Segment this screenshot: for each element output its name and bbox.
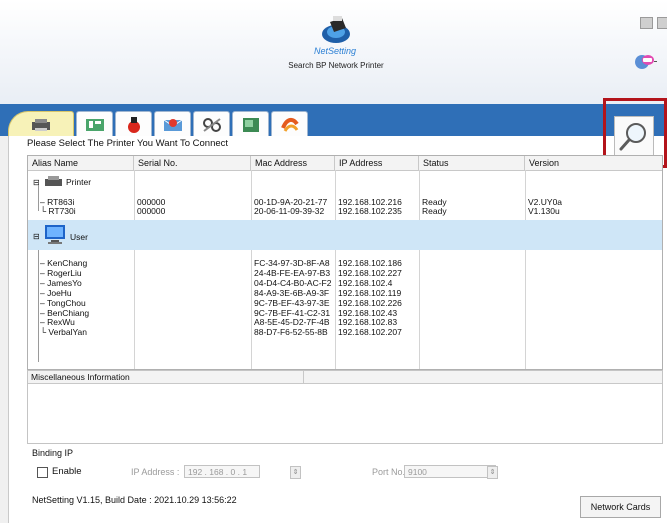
port-spinner[interactable]: ⇕ [487,466,498,479]
ip-cell: 192.168.102.235 [338,206,402,216]
logo-wordmark: NetSetting [313,46,357,56]
tree-connector [38,185,39,211]
minimize-button[interactable] [640,17,653,29]
alias-name-text: BenChiang [47,307,90,318]
user-group-row[interactable] [28,220,662,250]
version-cell: V1.130u [528,206,560,216]
misc-title: Miscellaneous Information [28,371,304,383]
serial-cell: 000000 [137,206,166,216]
tab-usb[interactable] [115,111,152,137]
link-share-icon [280,117,299,132]
usb-device-icon [127,116,140,133]
mac-cell: 20-06-11-09-39-32 [254,206,325,216]
grid-divider [525,170,526,369]
col-mac-address[interactable]: Mac Address [251,156,335,170]
misc-info-panel: Miscellaneous Information [27,370,663,444]
mac-cell: 9C-7B-EF-43-97-3E [254,297,330,308]
collapse-toggle-icon[interactable]: ⊟ [33,232,40,242]
build-info: NetSetting V1.15, Build Date : 2021.10.2… [32,495,237,505]
enable-checkbox[interactable] [37,467,48,478]
port-field[interactable]: 9100 [404,465,496,478]
alias-name-text: KenChang [47,258,88,268]
alias-name-cell: – RogerLiu [40,267,82,278]
col-status[interactable]: Status [419,156,525,170]
alias-name-text: TongChou [46,297,86,308]
alias-name-cell: └ RT730i [40,206,76,216]
tree-connector [38,250,39,362]
user-computer-icon [45,225,65,244]
ip-cell: 192.168.102.207 [338,327,402,338]
tab-network[interactable] [76,111,113,137]
alias-name-cell: – RexWu [40,317,75,328]
user-group-label[interactable]: User [70,232,88,242]
mac-cell: 24-4B-FE-EA-97-B3 [254,267,331,278]
ip-cell: 192.168.102.226 [338,297,402,308]
port-label: Port No. [372,467,406,477]
col-ip-address[interactable]: IP Address [335,156,419,170]
alias-name-cell: – TongChou [40,297,86,308]
mac-cell: 04-D4-C4-B0-AC-F2 [254,277,332,288]
binding-ip-title: Binding IP [32,448,74,458]
close-button[interactable] [657,17,667,29]
tab-links[interactable] [271,111,308,137]
alias-name-cell: – JoeHu [40,287,72,298]
ip-address-field[interactable]: 192 . 168 . 0 . 1 [184,465,260,478]
tab-tools[interactable] [193,111,230,137]
alias-name-cell: – BenChiang [40,307,90,318]
tab-bar [0,104,667,137]
ip-address-label: IP Address : [131,467,180,477]
alias-name-text: RogerLiu [47,267,82,278]
ip-cell: 192.168.102.186 [338,258,402,268]
grid-divider [335,170,336,369]
grid-divider [134,170,135,369]
alias-name-cell: – KenChang [40,258,88,268]
alias-name-text: VerbalYan [48,327,87,338]
grid-header: Alias Name Serial No. Mac Address IP Add… [28,156,662,171]
mac-cell: 9C-7B-EF-41-C2-31 [254,307,331,318]
select-printer-label: Please Select The Printer You Want To Co… [27,138,229,149]
ip-cell: 192.168.102.4 [338,277,393,288]
status-cell: Ready [422,206,447,216]
alias-name-text: RexWu [47,317,75,328]
sky-icon [242,117,259,132]
ip-cell: 192.168.102.119 [338,287,402,298]
header-subtitle: Search BP Network Printer [288,61,384,70]
ip-spinner[interactable]: ⇕ [290,466,301,479]
enable-label: Enable [52,466,82,477]
network-cards-button[interactable]: Network Cards [580,496,661,518]
alias-name-cell: – JamesYo [40,277,82,288]
tools-icon [202,117,221,132]
alias-name-text: JoeHu [47,287,72,298]
tab-sky[interactable] [232,111,269,137]
col-serial-no[interactable]: Serial No. [134,156,251,170]
netsetting-logo-icon [322,16,350,43]
ip-cell: 192.168.102.227 [338,267,402,278]
printer-group-icon [45,176,62,186]
tab-mail[interactable] [154,111,191,137]
mac-cell: 84-A9-3E-6B-A9-3F [254,287,330,298]
tab-printer[interactable] [8,111,74,137]
grid-divider [419,170,420,369]
network-settings-icon [85,118,104,131]
mac-cell: A8-5E-45-D2-7F-4B [254,317,330,328]
mail-alert-icon [163,118,182,131]
ip-cell: 192.168.102.43 [338,307,398,318]
mac-cell: 88-D7-F6-52-55-8B [254,327,328,338]
language-menu-icon[interactable] [634,52,658,70]
misc-column-2 [304,371,662,383]
mac-cell: FC-34-97-3D-8F-A8 [254,258,330,268]
col-alias-name[interactable]: Alias Name [28,156,134,170]
printer-group-label[interactable]: Printer [66,177,91,187]
grid-divider [251,170,252,369]
col-version[interactable]: Version [525,156,662,170]
app-header: NetSetting Search BP Network Printer [0,0,667,105]
printer-list[interactable]: Alias Name Serial No. Mac Address IP Add… [27,155,663,370]
ip-cell: 192.168.102.83 [338,317,398,328]
alias-name-text: JamesYo [47,277,82,288]
misc-header: Miscellaneous Information [28,371,662,384]
alias-name-cell: └ VerbalYan [40,327,87,338]
printer-icon [32,118,50,131]
